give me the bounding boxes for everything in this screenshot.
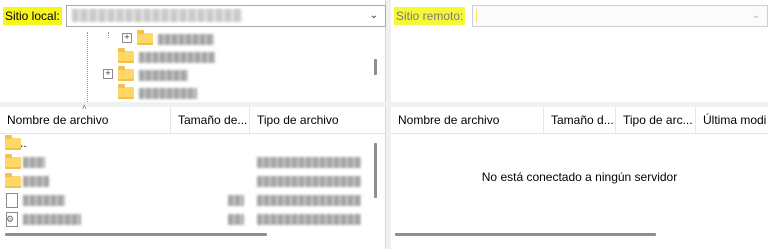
file-name: [23, 195, 65, 206]
remote-site-bar: Sitio remoto: ⌄: [391, 0, 768, 32]
tree-item[interactable]: +: [0, 66, 370, 82]
file-icon: [6, 193, 18, 208]
vertical-scrollbar[interactable]: [374, 59, 377, 75]
remote-path-combobox[interactable]: ⌄: [472, 5, 768, 27]
folder-icon: [118, 84, 134, 99]
tree-item[interactable]: [0, 48, 370, 64]
folder-icon: [118, 48, 134, 63]
list-item[interactable]: [0, 191, 370, 210]
column-header-size[interactable]: Tamaño d...: [544, 107, 616, 133]
horizontal-scrollbar[interactable]: [395, 233, 656, 236]
tree-item-label: [158, 34, 214, 45]
folder-icon: [137, 30, 153, 45]
chevron-down-icon[interactable]: ⌄: [749, 8, 763, 24]
file-type: [257, 176, 361, 187]
local-site-label: Sitio local:: [3, 7, 62, 25]
file-type: [257, 214, 361, 225]
file-name: [23, 214, 81, 225]
list-item[interactable]: [0, 172, 370, 191]
column-header-type[interactable]: Tipo de archivo: [250, 107, 370, 133]
folder-icon: [5, 154, 21, 169]
vertical-scrollbar[interactable]: [374, 143, 377, 198]
list-item[interactable]: [0, 153, 370, 172]
file-type: [257, 195, 361, 206]
local-site-bar: Sitio local: ⌄: [0, 0, 386, 32]
horizontal-scrollbar[interactable]: [5, 233, 267, 236]
local-list-header: ˄ Nombre de archivo Tamaño de... Tipo de…: [0, 103, 385, 134]
remote-site-label: Sitio remoto:: [394, 7, 466, 25]
local-directory-tree[interactable]: + +: [0, 30, 370, 102]
local-path-combobox[interactable]: ⌄: [66, 5, 386, 27]
list-item[interactable]: ..: [0, 134, 370, 153]
text-cursor: [476, 9, 477, 22]
file-size: [228, 214, 244, 225]
tree-item[interactable]: +: [0, 30, 370, 48]
folder-icon: [5, 173, 21, 188]
folder-icon: [5, 135, 21, 150]
folder-icon: [118, 66, 134, 81]
ftp-client-panels: Sitio local: ⌄ + + Sitio remoto: ⌄ ˄ Nom…: [0, 0, 768, 249]
column-header-size[interactable]: Tamaño de...: [171, 107, 250, 133]
local-path-value: [72, 9, 242, 22]
tree-item-label: [139, 52, 215, 63]
column-header-modified[interactable]: Última modi: [696, 107, 768, 133]
tree-item-label: [139, 88, 197, 99]
plus-box-icon[interactable]: +: [103, 69, 113, 79]
config-file-icon: [6, 212, 18, 227]
parent-directory-label: ..: [20, 136, 27, 150]
remote-site-pane: Sitio remoto: ⌄: [391, 0, 768, 102]
remote-file-list: Nombre de archivo Tamaño d... Tipo de ar…: [391, 107, 768, 249]
not-connected-message: No está conectado a ningún servidor: [481, 170, 678, 184]
column-header-filename[interactable]: Nombre de archivo: [0, 107, 171, 133]
remote-list-header: Nombre de archivo Tamaño d... Tipo de ar…: [391, 107, 768, 134]
plus-box-icon[interactable]: +: [122, 33, 132, 43]
column-header-type[interactable]: Tipo de arc...: [616, 107, 696, 133]
file-size: [228, 195, 244, 206]
file-type: [257, 157, 361, 168]
column-header-filename[interactable]: Nombre de archivo: [391, 107, 544, 133]
tree-item[interactable]: [0, 84, 370, 100]
tree-item-label: [139, 70, 188, 81]
chevron-down-icon[interactable]: ⌄: [367, 8, 381, 24]
file-name: [23, 157, 45, 168]
local-file-list: ˄ Nombre de archivo Tamaño de... Tipo de…: [0, 103, 386, 249]
list-item[interactable]: [0, 210, 370, 229]
local-site-pane: Sitio local: ⌄ + +: [0, 0, 386, 102]
file-name: [23, 176, 49, 187]
